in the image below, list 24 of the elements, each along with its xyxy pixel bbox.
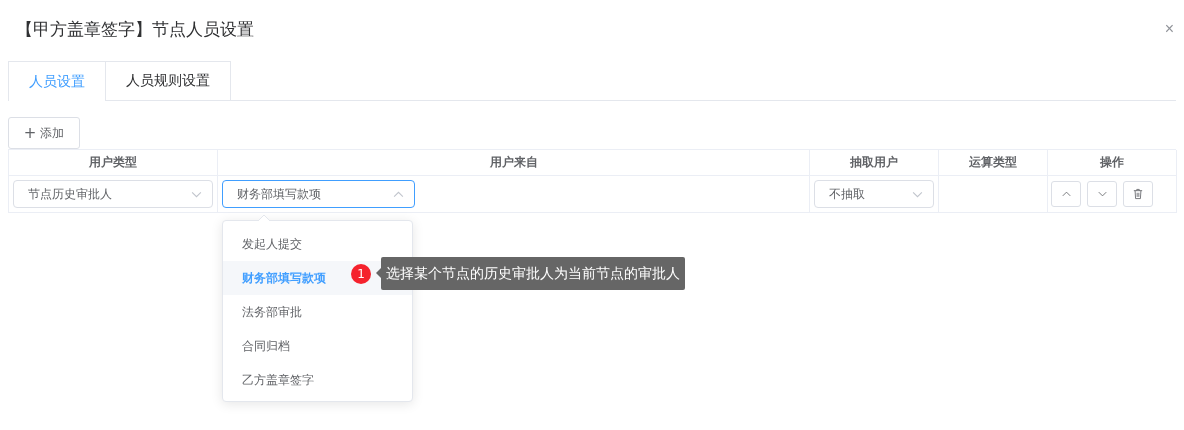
move-down-button[interactable] xyxy=(1087,181,1117,207)
dropdown-option[interactable]: 法务部审批 xyxy=(223,295,412,329)
dropdown-option[interactable]: 乙方盖章签字 xyxy=(223,363,412,397)
user-type-select[interactable]: 节点历史审批人 xyxy=(13,180,213,208)
dropdown-option[interactable]: 合同归档 xyxy=(223,329,412,363)
dialog-title: 【甲方盖章签字】节点人员设置 xyxy=(16,17,254,41)
column-header: 用户来自 xyxy=(218,150,810,176)
chevron-down-icon xyxy=(1097,191,1107,197)
trash-icon xyxy=(1133,188,1143,200)
user-from-select[interactable]: 财务部填写款项 xyxy=(222,180,415,208)
column-header: 用户类型 xyxy=(9,150,218,176)
column-header: 运算类型 xyxy=(939,150,1048,176)
column-header: 抽取用户 xyxy=(810,150,939,176)
chevron-down-icon xyxy=(191,190,202,198)
extract-select[interactable]: 不抽取 xyxy=(814,180,934,208)
move-up-button[interactable] xyxy=(1051,181,1081,207)
chevron-up-icon xyxy=(1061,191,1071,197)
chevron-down-icon xyxy=(912,190,923,198)
tab[interactable]: 人员规则设置 xyxy=(106,61,231,101)
chevron-up-icon xyxy=(393,190,404,198)
tooltip-pointer xyxy=(376,268,381,278)
delete-button[interactable] xyxy=(1123,181,1153,207)
add-button[interactable]: + 添加 xyxy=(8,117,80,149)
column-header: 操作 xyxy=(1048,150,1177,176)
